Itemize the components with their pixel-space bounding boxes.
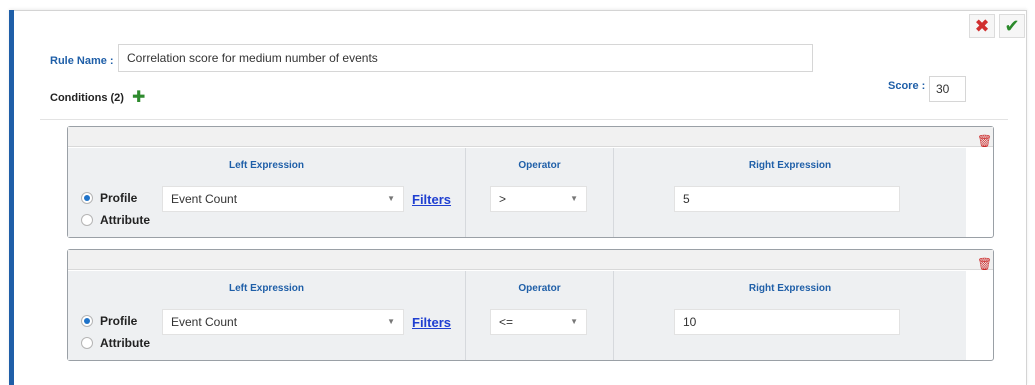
filters-link[interactable]: Filters bbox=[412, 192, 451, 207]
right-expression-input[interactable]: 10 bbox=[674, 309, 900, 335]
accent-bar bbox=[9, 10, 14, 385]
left-expression-column: Left Expression Profile Attribute Event … bbox=[68, 148, 466, 237]
right-expression-input[interactable]: 5 bbox=[674, 186, 900, 212]
left-expression-value: Event Count bbox=[171, 315, 238, 329]
rule-name-input[interactable]: Correlation score for medium number of e… bbox=[118, 44, 813, 72]
operator-select[interactable]: > ▼ bbox=[490, 186, 587, 212]
left-expression-value: Event Count bbox=[171, 192, 238, 206]
right-expression-column: Right Expression 10 bbox=[614, 271, 966, 360]
profile-radio-label: Profile bbox=[100, 191, 138, 205]
attribute-radio-label: Attribute bbox=[100, 213, 150, 227]
chevron-down-icon: ▼ bbox=[387, 194, 395, 203]
chevron-down-icon: ▼ bbox=[570, 194, 578, 203]
right-expression-header: Right Expression bbox=[748, 160, 832, 171]
attribute-radio[interactable] bbox=[81, 214, 93, 226]
condition-body: Left Expression Profile Attribute Event … bbox=[68, 148, 966, 237]
conditions-label: Conditions (2) bbox=[50, 92, 124, 104]
profile-radio-row[interactable]: Profile bbox=[81, 314, 137, 328]
close-icon: ✖ bbox=[974, 16, 990, 36]
right-expression-column: Right Expression 5 bbox=[614, 148, 966, 237]
operator-value: <= bbox=[499, 315, 514, 329]
operator-column: Operator > ▼ bbox=[466, 148, 614, 237]
operator-value: > bbox=[499, 192, 507, 206]
operator-select[interactable]: <= ▼ bbox=[490, 309, 587, 335]
attribute-radio-row[interactable]: Attribute bbox=[81, 336, 150, 350]
divider bbox=[40, 119, 1008, 120]
condition-card: 🗑 Left Expression Profile Attribute Even… bbox=[67, 249, 994, 361]
score-label: Score : bbox=[888, 80, 926, 92]
left-expression-header: Left Expression bbox=[228, 160, 305, 171]
attribute-radio-label: Attribute bbox=[100, 336, 150, 350]
condition-card: 🗑 Left Expression Profile Attribute Even… bbox=[67, 126, 994, 238]
conditions-header: Conditions (2) ✚ bbox=[50, 90, 145, 106]
profile-radio[interactable] bbox=[81, 192, 93, 204]
chevron-down-icon: ▼ bbox=[570, 317, 578, 326]
attribute-radio[interactable] bbox=[81, 337, 93, 349]
trash-icon[interactable]: 🗑 bbox=[977, 135, 992, 147]
operator-header: Operator bbox=[518, 160, 561, 171]
condition-body: Left Expression Profile Attribute Event … bbox=[68, 271, 966, 360]
save-button[interactable]: ✔ bbox=[999, 14, 1025, 38]
profile-radio[interactable] bbox=[81, 315, 93, 327]
right-expression-header: Right Expression bbox=[748, 283, 832, 294]
filters-link[interactable]: Filters bbox=[412, 315, 451, 330]
left-expression-column: Left Expression Profile Attribute Event … bbox=[68, 271, 466, 360]
check-icon: ✔ bbox=[1004, 16, 1020, 36]
rule-name-label: Rule Name : bbox=[50, 55, 114, 67]
trash-icon[interactable]: 🗑 bbox=[977, 258, 992, 270]
operator-column: Operator <= ▼ bbox=[466, 271, 614, 360]
add-condition-icon[interactable]: ✚ bbox=[132, 90, 145, 106]
cancel-button[interactable]: ✖ bbox=[969, 14, 995, 38]
left-expression-header: Left Expression bbox=[228, 283, 305, 294]
profile-radio-label: Profile bbox=[100, 314, 138, 328]
operator-header: Operator bbox=[518, 283, 561, 294]
chevron-down-icon: ▼ bbox=[387, 317, 395, 326]
condition-card-header bbox=[68, 250, 993, 270]
profile-radio-row[interactable]: Profile bbox=[81, 191, 137, 205]
condition-card-header bbox=[68, 127, 993, 147]
top-actions: ✖ ✔ bbox=[969, 14, 1025, 38]
attribute-radio-row[interactable]: Attribute bbox=[81, 213, 150, 227]
left-expression-select[interactable]: Event Count ▼ bbox=[162, 186, 404, 212]
left-expression-select[interactable]: Event Count ▼ bbox=[162, 309, 404, 335]
score-input[interactable]: 30 bbox=[929, 76, 966, 102]
